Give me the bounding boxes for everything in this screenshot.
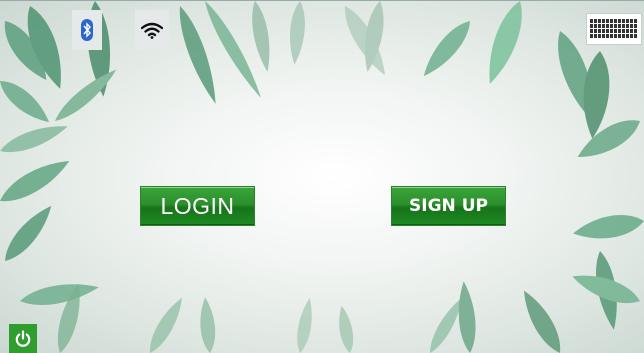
login-button-label: LOGIN [160, 192, 235, 219]
wifi-icon [141, 22, 163, 39]
bluetooth-button[interactable] [72, 10, 102, 50]
power-icon [15, 329, 31, 347]
bluetooth-icon [81, 19, 93, 41]
signup-button-label: SIGN UP [409, 196, 488, 216]
keyboard-button[interactable] [586, 13, 642, 45]
login-button[interactable]: LOGIN [141, 187, 254, 225]
wifi-button[interactable] [135, 10, 169, 50]
power-button[interactable] [9, 324, 37, 353]
keyboard-icon [590, 19, 637, 38]
leaf-background-decoration [0, 1, 644, 353]
signup-button[interactable]: SIGN UP [392, 187, 505, 225]
home-screen: LOGIN SIGN UP [0, 0, 644, 353]
